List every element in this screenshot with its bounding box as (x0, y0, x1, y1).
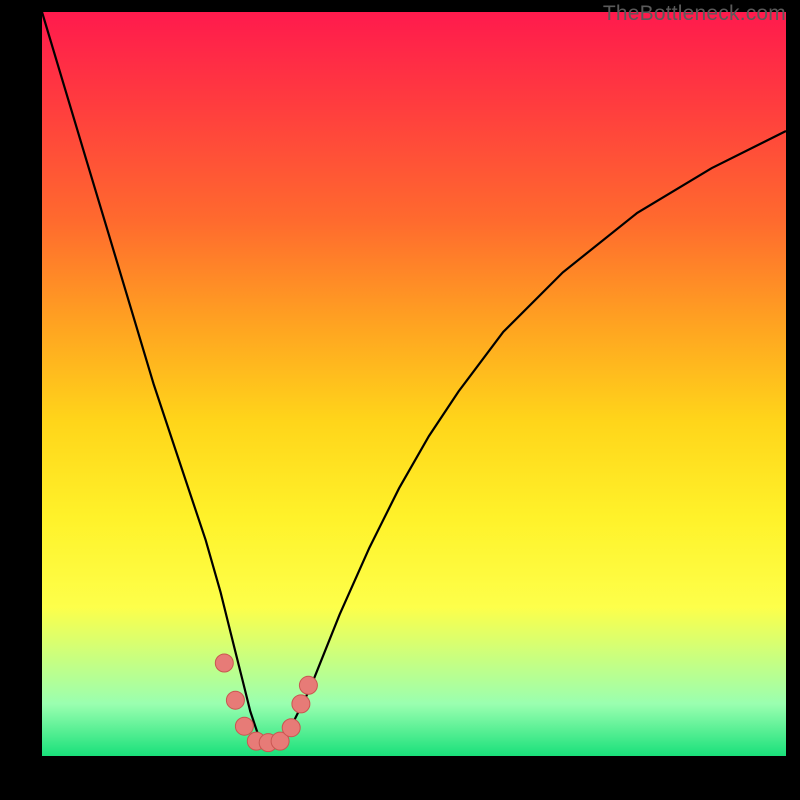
source-attribution: TheBottleneck.com (603, 2, 786, 26)
marker-point (215, 654, 233, 672)
marker-point (292, 695, 310, 713)
chart-svg (42, 12, 786, 756)
marker-point (226, 691, 244, 709)
marker-point (235, 717, 253, 735)
plot-area (42, 12, 786, 756)
marker-point (282, 719, 300, 737)
marker-group (215, 654, 317, 752)
chart-stage: TheBottleneck.com (0, 0, 800, 800)
bottleneck-curve (42, 12, 786, 741)
marker-point (299, 676, 317, 694)
